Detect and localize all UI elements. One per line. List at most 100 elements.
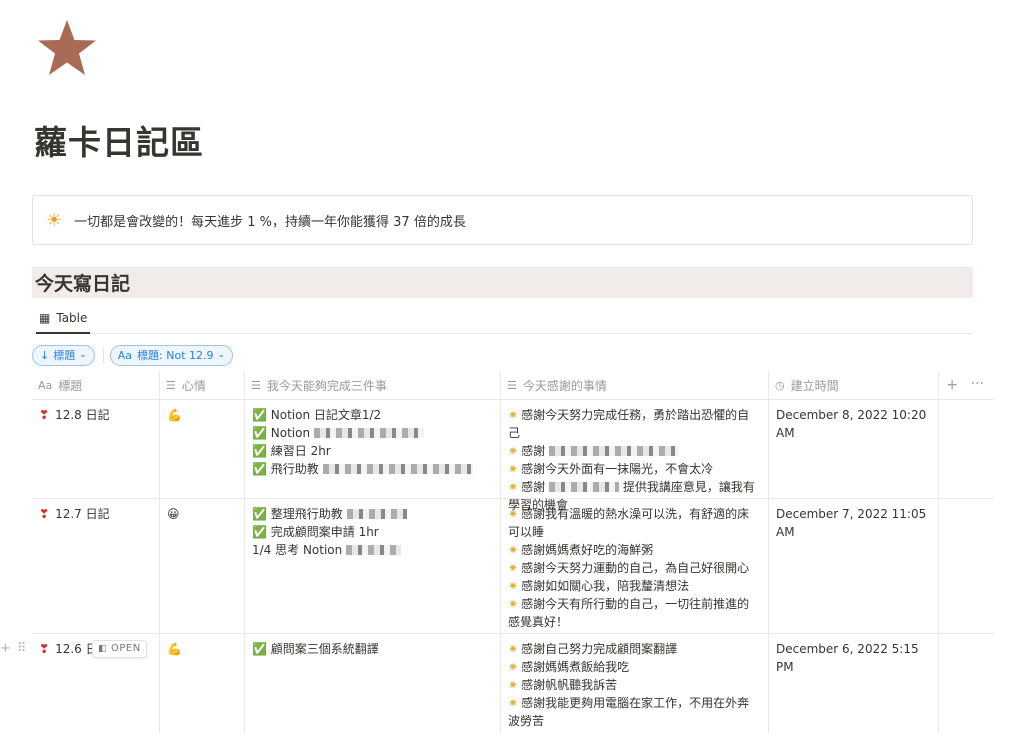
- callout-text: 一切都是會改變的！每天進步 1 %，持續一年你能獲得 37 倍的成長: [74, 214, 466, 230]
- arrow-down-icon: ↓: [40, 348, 50, 362]
- drag-handle-icon[interactable]: ⠿: [17, 641, 27, 656]
- text-type-icon: Aa: [38, 379, 53, 392]
- row-gratitude-cell[interactable]: ✷ 感謝今天努力完成任務，勇於踏出恐懼的自己 ✷ 感謝 ✷ 感謝今天外面有一抹陽光，不…: [501, 400, 769, 512]
- row-controls: + ⠿: [0, 641, 26, 656]
- row-tasks-cell[interactable]: ✅ 整理飛行助教 ✅ 完成顧問案申請 1hr 1/4 思考 Notion: [245, 499, 501, 633]
- gratitude-text: 感謝: [521, 480, 546, 494]
- task-line: ✅ 整理飛行助教: [252, 505, 493, 523]
- gratitude-line: ✷ 感謝媽媽煮好吃的海鮮粥: [508, 541, 761, 559]
- column-header-title[interactable]: Aa 標題: [32, 371, 160, 400]
- star-icon: ✷: [508, 642, 519, 656]
- row-created-cell[interactable]: December 6, 2022 5:15 PM: [769, 634, 939, 733]
- row-mood-cell[interactable]: 💪: [160, 400, 245, 498]
- table-icon: ▦: [39, 310, 51, 325]
- task-line: ✅ 練習日 2hr: [252, 444, 331, 458]
- gratitude-line: ✷ 感謝今天努力完成任務，勇於踏出恐懼的自己: [508, 406, 761, 442]
- heart-exclamation-icon: ❣: [39, 408, 50, 422]
- filter-pill[interactable]: Aa 標題: Not 12.9 ⌄: [109, 344, 234, 366]
- task-line: ✅ Notion: [252, 424, 493, 442]
- column-header-created[interactable]: ◷ 建立時間: [769, 371, 939, 400]
- gratitude-line: ✷ 感謝我有溫暖的熱水澡可以洗，有舒適的床可以睡: [508, 505, 761, 541]
- row-mood-cell[interactable]: 😀: [160, 499, 245, 633]
- gratitude-line: ✷ 感謝媽媽煮飯給我吃: [508, 658, 761, 676]
- column-header-mood[interactable]: ☰ 心情: [160, 371, 245, 400]
- row-title-cell[interactable]: ❣ 12.8 日記: [32, 400, 160, 498]
- gratitude-line: ✷ 感謝我能更夠用電腦在家工作，不用在外奔波勞苦: [508, 694, 761, 730]
- sort-pill[interactable]: ↓ 標題 ⌄: [32, 344, 95, 366]
- flexed-arm-icon: 💪: [167, 408, 182, 422]
- gratitude-line: ✷ 感謝今天有所行動的自己，一切往前推進的感覺真好！: [508, 595, 761, 631]
- task-text: 1/4 思考 Notion: [252, 543, 343, 557]
- task-text: ✅ Notion: [252, 426, 311, 440]
- section-heading[interactable]: 今天寫日記: [32, 267, 973, 298]
- gratitude-line: ✷ 感謝: [508, 442, 761, 460]
- page-star-icon[interactable]: [36, 18, 98, 80]
- table-header: Aa 標題 ☰ 心情 ☰ 我今天能夠完成三件事 ☰ 今天感謝的事情 ◷ 建立時間…: [32, 371, 994, 400]
- row-tasks-cell[interactable]: ✅ Notion 日記文章1/2 ✅ Notion ✅ 練習日 2hr ✅ 飛行…: [245, 400, 501, 498]
- open-button-label: OPEN: [111, 643, 141, 654]
- page-title[interactable]: 蘿卡日記區: [34, 116, 204, 164]
- gratitude-text: 感謝我能更夠用電腦在家工作，不用在外奔波勞苦: [508, 696, 750, 728]
- table-row[interactable]: + ⠿ ❣ 12.6 日 ◧ OPEN 💪 ✅ 顧問案三個系統翻譯 ✷ 感謝自己努…: [0, 634, 994, 733]
- redacted-text: [549, 446, 680, 456]
- gratitude-line: ✷ 感謝如如關心我，陪我釐清想法: [508, 577, 761, 595]
- text-lines-icon: ☰: [507, 379, 517, 392]
- gratitude-line: ✷ 感謝帆帆聽我訴苦: [508, 676, 761, 694]
- star-icon: ✷: [508, 678, 519, 692]
- row-mood-cell[interactable]: 💪: [160, 634, 245, 733]
- add-row-icon[interactable]: +: [0, 641, 11, 656]
- text-lines-icon: ☰: [166, 379, 176, 392]
- star-icon: ✷: [508, 408, 519, 422]
- column-header-label: 我今天能夠完成三件事: [266, 379, 387, 393]
- star-icon: ✷: [508, 480, 519, 494]
- gratitude-text: 感謝我有溫暖的熱水澡可以洗，有舒適的床可以睡: [508, 507, 750, 539]
- clock-icon: ◷: [775, 379, 785, 392]
- row-empty-cell: [939, 634, 994, 733]
- star-icon: ✷: [508, 660, 519, 674]
- sort-pill-label: 標題: [53, 349, 76, 362]
- row-title-cell[interactable]: ❣ 12.7 日記: [32, 499, 160, 633]
- star-icon: ✷: [508, 561, 519, 575]
- gratitude-text: 感謝今天努力運動的自己，為自己好很開心: [521, 561, 750, 575]
- text-lines-icon: ☰: [251, 379, 261, 392]
- open-page-button[interactable]: ◧ OPEN: [92, 640, 147, 658]
- task-line: ✅ 顧問案三個系統翻譯: [252, 642, 379, 656]
- table-row[interactable]: ❣ 12.8 日記 💪 ✅ Notion 日記文章1/2 ✅ Notion ✅ …: [32, 400, 994, 512]
- more-options-icon[interactable]: ···: [971, 376, 984, 392]
- row-empty-cell: [939, 400, 994, 498]
- gratitude-text: 感謝: [521, 444, 546, 458]
- gratitude-text: 感謝帆帆聽我訴苦: [521, 678, 618, 692]
- gratitude-text: 感謝媽媽煮飯給我吃: [521, 660, 630, 674]
- table-row[interactable]: ❣ 12.7 日記 😀 ✅ 整理飛行助教 ✅ 完成顧問案申請 1hr 1/4 思…: [32, 499, 994, 634]
- gratitude-text: 感謝媽媽煮好吃的海鮮粥: [521, 543, 654, 557]
- add-column-icon[interactable]: +: [946, 377, 958, 393]
- column-header-tasks[interactable]: ☰ 我今天能夠完成三件事: [245, 371, 501, 400]
- sun-icon: ☀: [46, 209, 63, 231]
- row-created-cell[interactable]: December 7, 2022 11:05 AM: [769, 499, 939, 633]
- smile-icon: 😀: [167, 507, 180, 521]
- gratitude-text: 感謝如如關心我，陪我釐清想法: [521, 579, 690, 593]
- column-header-gratitude[interactable]: ☰ 今天感謝的事情: [501, 371, 769, 400]
- row-created-cell[interactable]: December 8, 2022 10:20 AM: [769, 400, 939, 498]
- tab-table[interactable]: ▦ Table: [36, 303, 91, 334]
- redacted-text: [322, 464, 473, 474]
- row-gratitude-cell[interactable]: ✷ 感謝自己努力完成顧問案翻譯 ✷ 感謝媽媽煮飯給我吃 ✷ 感謝帆帆聽我訴苦 ✷ 感謝我…: [501, 634, 769, 733]
- row-title-cell[interactable]: ❣ 12.6 日 ◧ OPEN: [32, 634, 160, 733]
- row-gratitude-cell[interactable]: ✷ 感謝我有溫暖的熱水澡可以洗，有舒適的床可以睡 ✷ 感謝媽媽煮好吃的海鮮粥 ✷ 感謝…: [501, 499, 769, 633]
- redacted-text: [314, 428, 425, 438]
- task-text: ✅ 飛行助教: [252, 462, 319, 476]
- callout-block[interactable]: ☀ 一切都是會改變的！每天進步 1 %，持續一年你能獲得 37 倍的成長: [32, 195, 973, 245]
- row-empty-cell: [939, 499, 994, 633]
- open-panel-icon: ◧: [98, 644, 108, 654]
- flexed-arm-icon: 💪: [167, 642, 182, 656]
- heart-exclamation-icon: ❣: [39, 642, 50, 656]
- gratitude-line: ✷ 感謝今天外面有一抹陽光，不會太冷: [508, 460, 761, 478]
- column-header-label: 建立時間: [790, 379, 839, 393]
- gratitude-text: 感謝自己努力完成顧問案翻譯: [521, 642, 678, 656]
- task-line: ✅ 完成顧問案申請 1hr: [252, 525, 379, 539]
- redacted-text: [549, 482, 620, 492]
- gratitude-text: 感謝今天努力完成任務，勇於踏出恐懼的自己: [508, 408, 750, 440]
- star-icon: ✷: [508, 462, 519, 476]
- view-tabs: ▦ Table: [32, 303, 973, 334]
- row-tasks-cell[interactable]: ✅ 顧問案三個系統翻譯: [245, 634, 501, 733]
